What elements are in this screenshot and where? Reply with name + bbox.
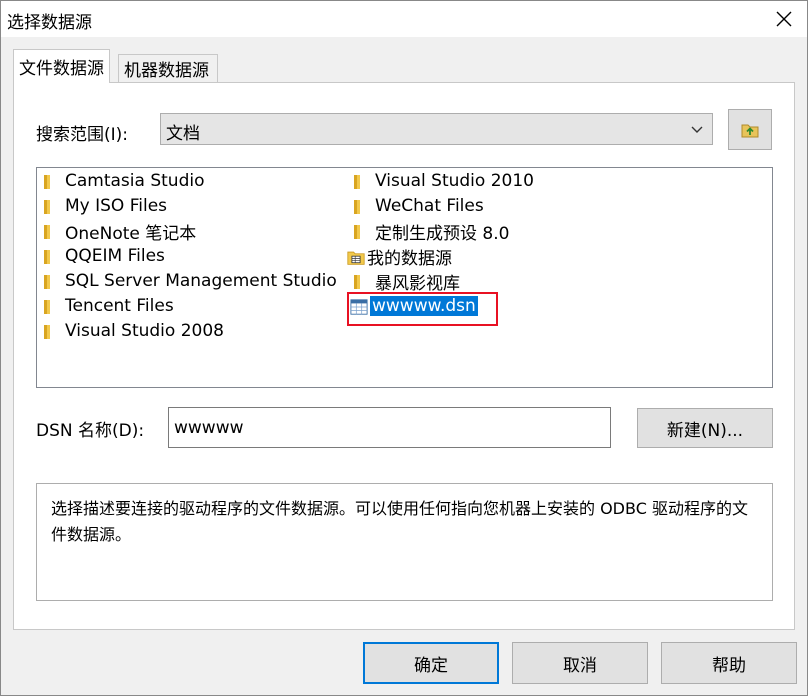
folder-icon	[351, 197, 369, 215]
list-item[interactable]: Visual Studio 2010	[351, 169, 534, 193]
list-item[interactable]: 暴风影视库	[351, 269, 460, 294]
list-item[interactable]: SQL Server Management Studio	[41, 269, 337, 293]
list-item-label: My ISO Files	[65, 196, 168, 216]
list-item-label: QQEIM Files	[65, 246, 165, 266]
look-in-value: 文档	[166, 124, 200, 144]
chevron-down-icon	[691, 126, 703, 133]
data-source-folder-icon	[347, 247, 365, 265]
folder-icon	[351, 272, 369, 290]
list-item[interactable]: OneNote 笔记本	[41, 219, 197, 244]
list-item-label: wwwww.dsn	[370, 296, 478, 316]
folder-icon	[351, 172, 369, 190]
help-button[interactable]: 帮助	[661, 642, 797, 684]
tab-machine-data-source[interactable]: 机器数据源	[118, 54, 218, 82]
list-item[interactable]: 定制生成预设 8.0	[351, 219, 510, 244]
list-item[interactable]: Visual Studio 2008	[41, 319, 224, 343]
tab-file-data-source[interactable]: 文件数据源	[13, 49, 110, 83]
list-item[interactable]: Tencent Files	[41, 294, 174, 318]
folder-icon	[41, 247, 59, 265]
title-bar: 选择数据源	[1, 1, 807, 37]
list-item-label: SQL Server Management Studio	[65, 271, 337, 291]
close-button[interactable]	[769, 5, 799, 33]
look-in-label: 搜索范围(I):	[36, 125, 129, 145]
list-item-label: 暴风影视库	[375, 273, 460, 294]
dsn-file-icon	[350, 297, 368, 315]
dsn-name-label: DSN 名称(D):	[36, 421, 145, 441]
folder-icon	[41, 172, 59, 190]
list-item-label: WeChat Files	[375, 196, 484, 216]
list-item-label: 我的数据源	[367, 248, 452, 269]
ok-button[interactable]: 确定	[363, 642, 499, 684]
folder-icon	[41, 272, 59, 290]
up-folder-button[interactable]	[728, 109, 772, 150]
select-data-source-dialog: 选择数据源 文件数据源 机器数据源 搜索范围(I): 文档 Camtasia S…	[0, 0, 808, 696]
list-item-selected[interactable]: wwwww.dsn	[350, 294, 478, 318]
folder-icon	[41, 322, 59, 340]
list-item[interactable]: 我的数据源	[347, 244, 452, 269]
description-box: 选择描述要连接的驱动程序的文件数据源。可以使用任何指向您机器上安装的 ODBC …	[36, 483, 773, 601]
list-item-label: Camtasia Studio	[65, 171, 205, 191]
folder-icon	[41, 222, 59, 240]
list-item[interactable]: WeChat Files	[351, 194, 484, 218]
dsn-name-input[interactable]	[168, 407, 611, 448]
window-title: 选择数据源	[7, 13, 92, 33]
folder-icon	[351, 222, 369, 240]
folder-icon	[41, 197, 59, 215]
list-item[interactable]: QQEIM Files	[41, 244, 165, 268]
list-item-label: Visual Studio 2008	[65, 321, 224, 341]
close-icon	[776, 11, 792, 27]
list-item-label: OneNote 笔记本	[65, 223, 197, 244]
up-folder-icon	[741, 124, 759, 137]
list-item-label: 定制生成预设 8.0	[375, 223, 510, 244]
new-button[interactable]: 新建(N)...	[637, 408, 773, 448]
look-in-dropdown[interactable]: 文档	[160, 113, 713, 145]
list-item[interactable]: Camtasia Studio	[41, 169, 204, 193]
folder-icon	[41, 297, 59, 315]
list-item-label: Visual Studio 2010	[375, 171, 534, 191]
list-item-label: Tencent Files	[65, 296, 174, 316]
cancel-button[interactable]: 取消	[512, 642, 648, 684]
list-item[interactable]: My ISO Files	[41, 194, 167, 218]
